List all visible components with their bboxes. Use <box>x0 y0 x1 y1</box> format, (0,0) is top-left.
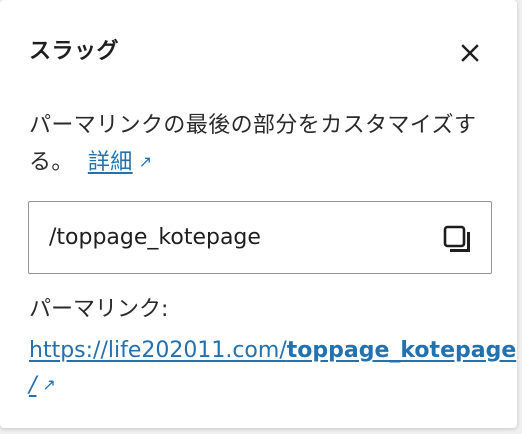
permalink-label: パーマリンク: <box>29 297 169 322</box>
description: パーマリンクの最後の部分をカスタマイズする。 詳細 ↗ <box>29 108 499 181</box>
copy-button[interactable] <box>439 221 475 257</box>
popover-title: スラッグ <box>29 39 120 64</box>
external-link-icon: ↗ <box>42 375 56 394</box>
close-icon <box>461 44 479 62</box>
permalink-url-trailing: / <box>29 373 37 398</box>
copy-icon <box>443 225 470 252</box>
slug-popover: スラッグ パーマリンクの最後の部分をカスタマイズする。詳細↗ パーマリンク: h… <box>0 0 517 428</box>
permalink-link[interactable]: https://life202011.com/toppage_kotepage <box>29 333 516 369</box>
close-button[interactable] <box>452 35 488 71</box>
permalink-url-base: https://life202011.com/ <box>29 338 287 363</box>
permalink-url-slug: toppage_kotepage <box>286 338 517 363</box>
slug-field <box>28 201 492 274</box>
permalink-link-continued[interactable]: / ↗ <box>29 367 56 404</box>
learn-more-link[interactable]: 詳細 <box>88 150 133 175</box>
external-link-icon: ↗ <box>138 152 153 171</box>
learn-more-label: 詳細 <box>87 150 133 175</box>
slug-input[interactable] <box>49 224 429 252</box>
